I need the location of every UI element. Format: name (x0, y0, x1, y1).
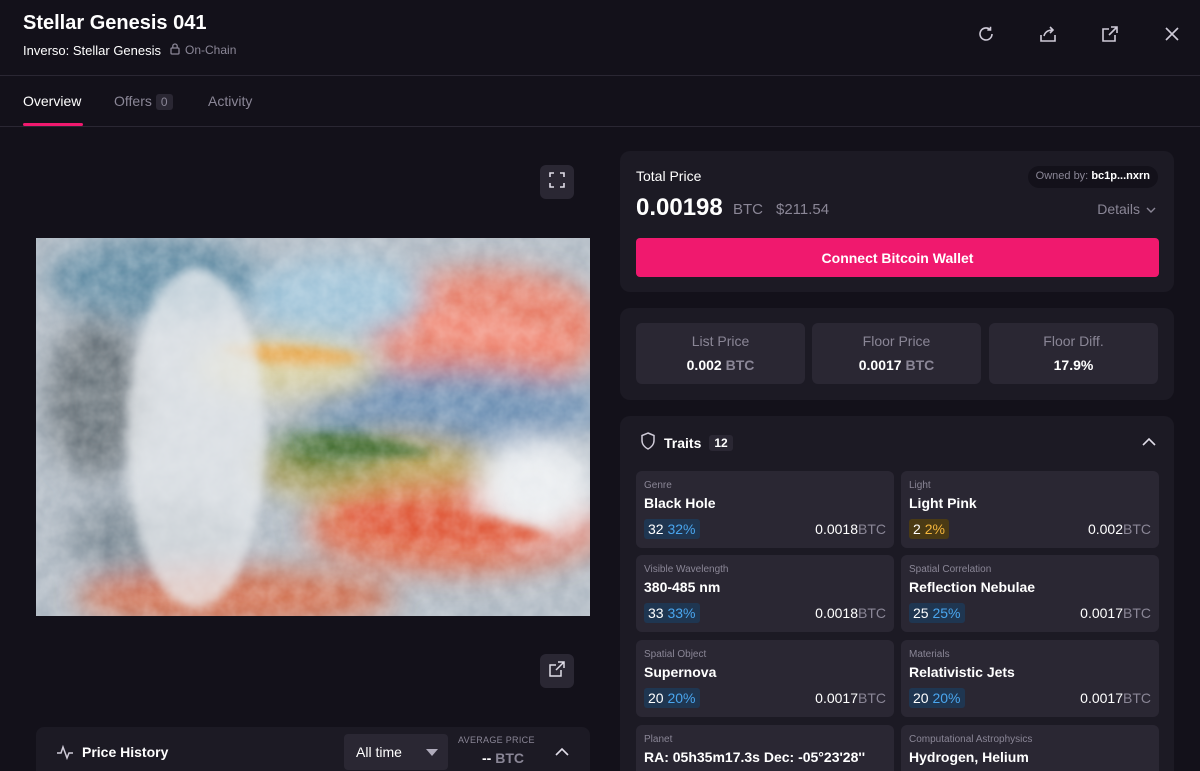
stat-label: List Price (691, 333, 750, 349)
details-label: Details (1097, 201, 1140, 217)
active-tab-indicator (23, 123, 83, 126)
total-price-usd: $211.54 (776, 201, 830, 218)
trait-rarity: 20 20% (644, 688, 700, 708)
collection-line: Inverso: Stellar Genesis On-Chain (23, 42, 236, 58)
connect-wallet-button[interactable]: Connect Bitcoin Wallet (636, 238, 1159, 277)
trait-key: Genre (644, 480, 672, 491)
trait-tile[interactable]: Computational Astrophysics Hydrogen, Hel… (901, 725, 1159, 771)
trait-tile[interactable]: Spatial Object Supernova 20 20% 0.0017BT… (636, 640, 894, 717)
total-price-label: Total Price (636, 168, 702, 184)
tab-overview[interactable]: Overview (23, 93, 81, 109)
time-range-select[interactable]: All time (344, 734, 448, 770)
trait-key: Spatial Object (644, 649, 707, 660)
trait-value: Hydrogen, Helium (909, 749, 1029, 765)
stat-value: 17.9% (1053, 357, 1094, 373)
trait-key: Spatial Correlation (909, 564, 992, 575)
trait-floor-price: 0.002BTC (1087, 521, 1151, 537)
trait-rarity: 33 33% (644, 603, 700, 623)
trait-rarity: 32 32% (644, 519, 700, 539)
on-chain-label: On-Chain (185, 43, 237, 57)
price-stats-card: List Price 0.002 BTC Floor Price 0.0017 … (620, 308, 1174, 400)
refresh-icon[interactable] (976, 24, 996, 44)
trait-tile[interactable]: Genre Black Hole 32 32% 0.0018BTC (636, 471, 894, 548)
chevron-down-icon (1146, 201, 1156, 217)
owned-by-label: Owned by: (1035, 170, 1089, 182)
trait-rarity: 2 2% (909, 519, 949, 539)
open-image-button[interactable] (540, 654, 574, 688)
stat-value: 0.0017 BTC (858, 357, 935, 373)
average-price-label: AVERAGE PRICE (458, 735, 535, 745)
trait-key: Computational Astrophysics (909, 734, 1033, 745)
tab-offers[interactable]: Offers 0 (114, 93, 173, 110)
price-history-panel: Price History All time AVERAGE PRICE -- … (36, 727, 590, 771)
stat-list-price: List Price 0.002 BTC (636, 323, 805, 384)
activity-pulse-icon (56, 744, 74, 765)
trait-value: Supernova (644, 664, 717, 680)
average-price-value: -- BTC (482, 750, 524, 766)
chevron-up-icon[interactable] (1142, 434, 1156, 452)
shield-icon (640, 432, 656, 453)
trait-tile[interactable]: Visible Wavelength 380-485 nm 33 33% 0.0… (636, 555, 894, 632)
external-link-icon[interactable] (1100, 24, 1120, 44)
owner-badge[interactable]: Owned by: bc1p...nxrn (1027, 166, 1158, 188)
fullscreen-button[interactable] (540, 165, 574, 199)
traits-title: Traits (664, 434, 702, 451)
traits-count-badge: 12 (709, 434, 733, 451)
chevron-up-icon[interactable] (555, 744, 569, 762)
stat-label: Floor Diff. (1043, 333, 1104, 349)
collection-link[interactable]: Inverso: Stellar Genesis (23, 43, 161, 58)
trait-key: Visible Wavelength (644, 564, 729, 575)
owner-address: bc1p...nxrn (1091, 170, 1150, 182)
on-chain-badge: On-Chain (169, 42, 236, 58)
trait-value: Black Hole (644, 495, 716, 511)
stat-floor-price: Floor Price 0.0017 BTC (812, 323, 981, 384)
total-price-value: 0.00198 (636, 194, 723, 221)
header-actions (976, 24, 1182, 44)
trait-key: Light (909, 480, 931, 491)
trait-value: Light Pink (909, 495, 977, 511)
trait-tile[interactable]: Spatial Correlation Reflection Nebulae 2… (901, 555, 1159, 632)
lock-icon (169, 42, 181, 58)
stat-value: 0.002 BTC (686, 357, 755, 373)
caret-down-icon (426, 749, 438, 756)
share-icon[interactable] (1038, 24, 1058, 44)
tab-activity[interactable]: Activity (208, 93, 252, 109)
page-title: Stellar Genesis 041 (23, 12, 207, 34)
purchase-card: Total Price 0.00198 BTC $211.54 Owned by… (620, 151, 1174, 292)
trait-floor-price: 0.0017BTC (1080, 690, 1151, 706)
trait-tile[interactable]: Planet RA: 05h35m17.3s Dec: -05°23'28'' (636, 725, 894, 771)
trait-key: Materials (909, 649, 950, 660)
trait-value: 380-485 nm (644, 579, 721, 595)
trait-value: Relativistic Jets (909, 664, 1015, 680)
price-history-title: Price History (82, 744, 169, 760)
trait-tile[interactable]: Light Light Pink 2 2% 0.002BTC (901, 471, 1159, 548)
offers-count-badge: 0 (155, 94, 173, 110)
trait-value: Reflection Nebulae (909, 579, 1036, 595)
total-price-unit: BTC (733, 201, 763, 218)
details-toggle[interactable]: Details (1097, 201, 1156, 217)
nft-artwork-image (36, 238, 590, 616)
trait-rarity: 20 20% (909, 688, 965, 708)
time-range-value: All time (356, 744, 402, 760)
stat-label: Floor Price (862, 333, 931, 349)
tab-offers-label: Offers (114, 93, 152, 109)
trait-floor-price: 0.0018BTC (815, 521, 886, 537)
trait-tile[interactable]: Materials Relativistic Jets 20 20% 0.001… (901, 640, 1159, 717)
traits-card: Traits 12 Genre Black Hole 32 32% 0.0018… (620, 416, 1174, 771)
traits-header[interactable]: Traits 12 (640, 432, 733, 453)
stat-floor-diff: Floor Diff. 17.9% (989, 323, 1158, 384)
modal-header: Stellar Genesis 041 Inverso: Stellar Gen… (0, 0, 1200, 76)
trait-value: RA: 05h35m17.3s Dec: -05°23'28'' (644, 749, 866, 765)
close-icon[interactable] (1162, 24, 1182, 44)
tab-bar: Overview Offers 0 Activity (0, 76, 1200, 127)
expand-icon (549, 171, 565, 193)
trait-key: Planet (644, 734, 673, 745)
external-link-icon (549, 660, 565, 682)
trait-floor-price: 0.0017BTC (815, 690, 886, 706)
trait-floor-price: 0.0017BTC (1080, 605, 1151, 621)
trait-rarity: 25 25% (909, 603, 965, 623)
trait-floor-price: 0.0018BTC (815, 605, 886, 621)
